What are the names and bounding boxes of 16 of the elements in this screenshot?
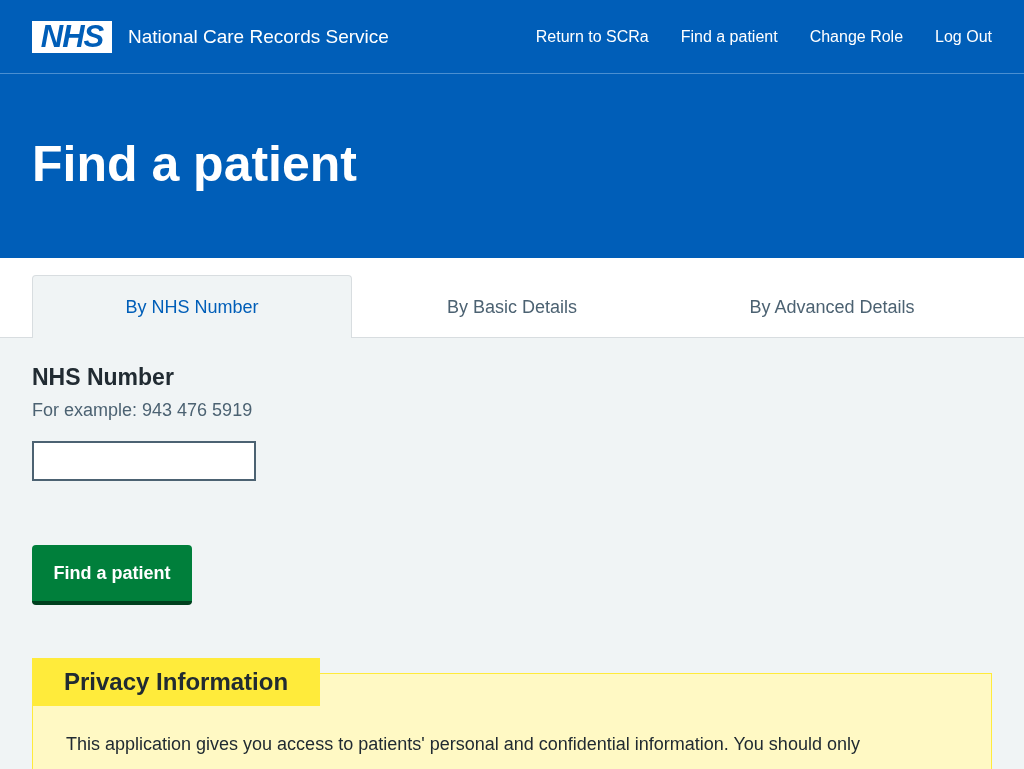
field-label: NHS Number (32, 363, 175, 391)
tab[interactable]: By Advanced Details (672, 275, 992, 338)
nhs-number-input[interactable] (32, 441, 256, 481)
find-patient-button[interactable]: Find a patient (32, 545, 192, 605)
nav-link[interactable]: Return to SCRa (519, 23, 665, 50)
panel-heading: Privacy Information (32, 658, 321, 706)
privacy-text: This application gives you access to patients' personal and confidential information. You should only (65, 733, 861, 756)
tab[interactable]: By Basic Details (352, 275, 672, 338)
hint-text: For example: 943 476 5919 (32, 399, 254, 422)
nav-link[interactable]: Change Role (793, 23, 920, 50)
nav-link[interactable]: Find a patient (664, 23, 794, 50)
service-name: National Care Records Service (128, 25, 389, 48)
nav-link[interactable]: Log Out (919, 23, 1008, 50)
logo[interactable]: NHS (32, 20, 112, 53)
page-title: Find a patient (32, 139, 357, 189)
tab[interactable]: By NHS Number (32, 275, 352, 338)
